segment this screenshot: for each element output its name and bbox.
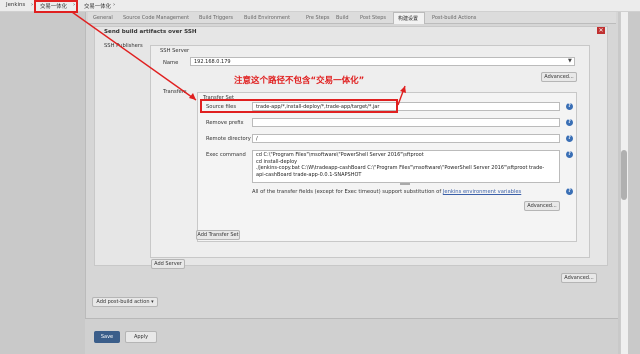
- annotation-arrow: [71, 11, 406, 106]
- scrollbar-thumb[interactable]: [621, 150, 627, 200]
